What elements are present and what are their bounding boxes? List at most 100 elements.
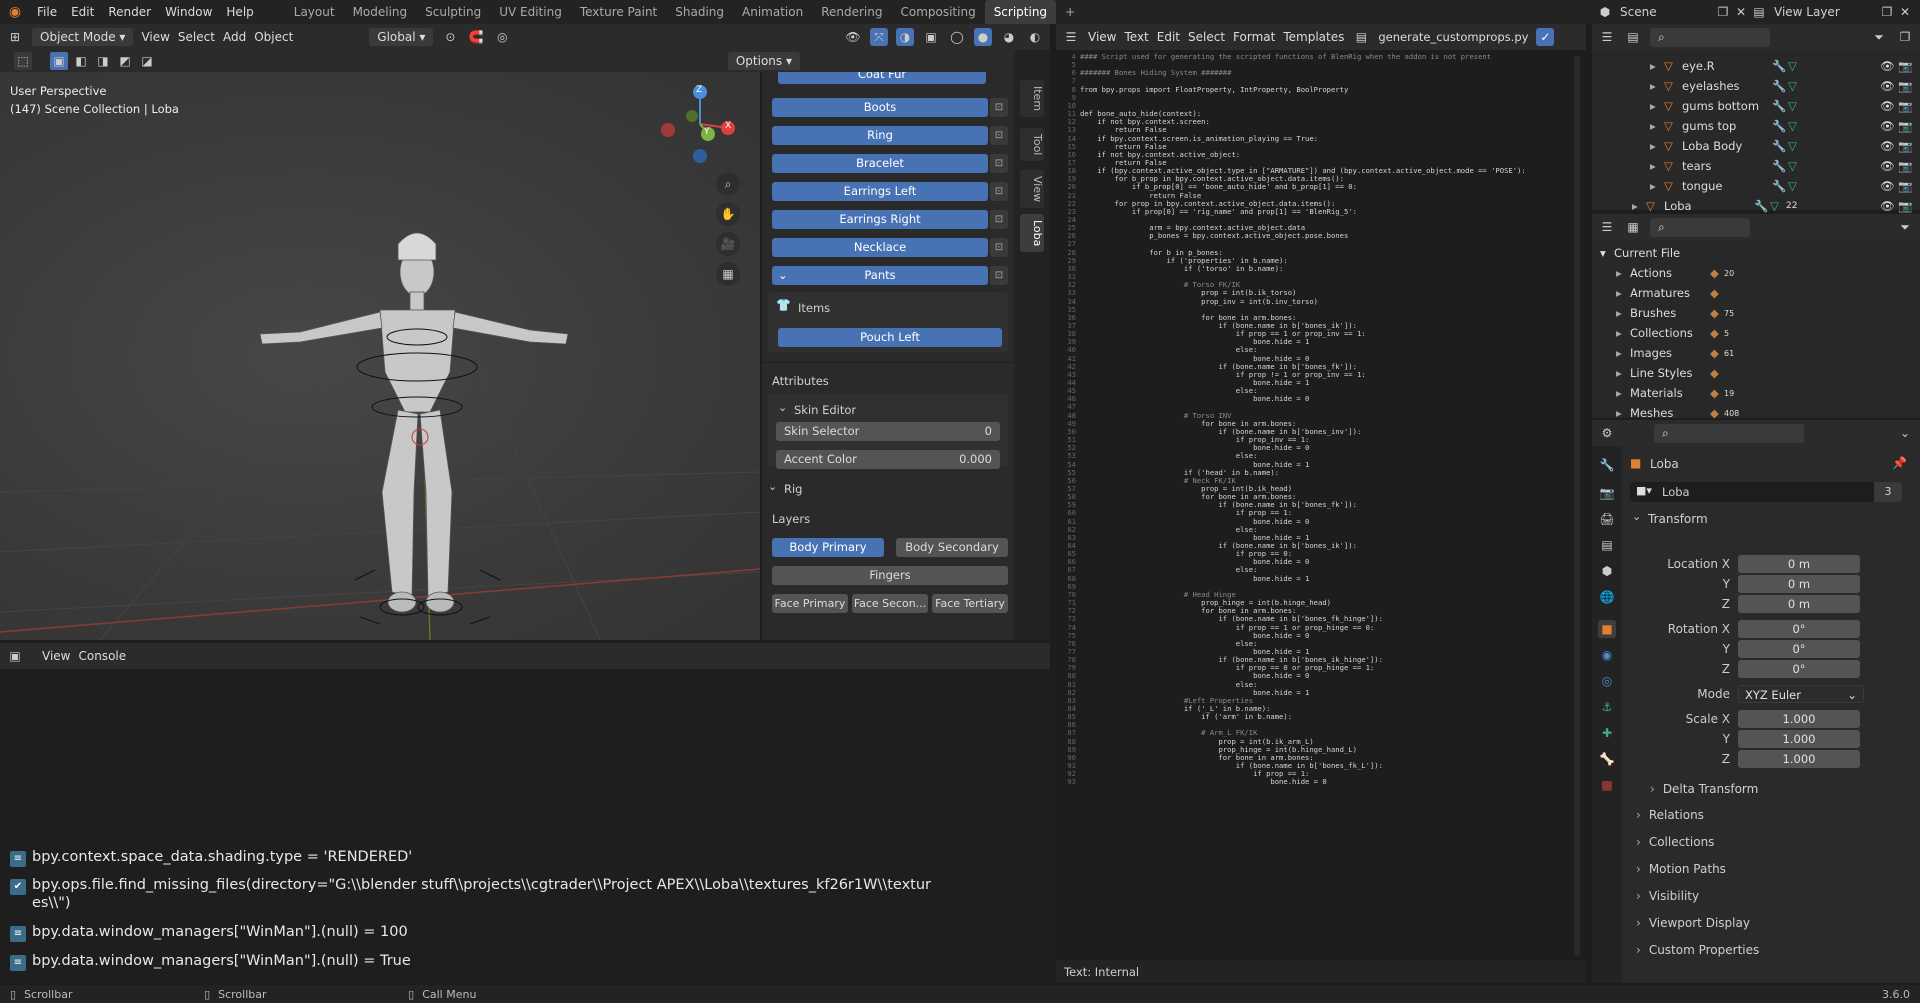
properties-type-icon[interactable]: ⚙ — [1598, 424, 1616, 442]
select-subtract-icon[interactable]: ◨ — [94, 52, 112, 70]
expand-arrow-icon[interactable]: ▸ — [1650, 139, 1664, 153]
select-tool-icon[interactable]: ⬚ — [14, 52, 32, 70]
scale-x-field[interactable]: 1.000 — [1738, 710, 1860, 728]
accent-color-field[interactable]: Accent Color 0.000 — [776, 450, 1000, 469]
blender-logo-icon[interactable]: ◉ — [0, 4, 30, 20]
tab-animation[interactable]: Animation — [733, 0, 812, 24]
pin-icon[interactable]: 📌 — [1892, 456, 1907, 470]
menu-file[interactable]: File — [30, 0, 64, 24]
outliner-row[interactable]: ▸ ▽ gums bottom 🔧 ▽ 👁 📷 — [1592, 96, 1920, 116]
expand-arrow-icon[interactable]: ▸ — [1616, 266, 1630, 280]
new-collection-icon[interactable]: ❐ — [1896, 28, 1914, 46]
tab-uv-editing[interactable]: UV Editing — [490, 0, 571, 24]
outliner-row[interactable]: ▸ ▽ tears 🔧 ▽ 👁 📷 — [1592, 156, 1920, 176]
te-menu-format[interactable]: Format — [1233, 30, 1275, 44]
outliner-display-mode-icon[interactable]: ▤ — [1624, 28, 1642, 46]
pants-button[interactable]: ⌄ Pants — [772, 266, 988, 285]
rotation-mode-dropdown[interactable]: XYZ Euler ⌄ — [1738, 685, 1864, 703]
blendfile-row[interactable]: ▸ Actions ◆ 20 — [1592, 263, 1920, 283]
eye-icon[interactable]: 👁 — [1880, 59, 1898, 73]
tab-loba[interactable]: Loba — [1020, 214, 1044, 253]
pants-lock-icon[interactable]: ⊡ — [990, 266, 1008, 285]
tab-sculpting[interactable]: Sculpting — [416, 0, 490, 24]
blendfile-filter-icon[interactable]: ⏷ — [1896, 218, 1914, 236]
camera-render-icon[interactable]: 📷 — [1898, 179, 1920, 193]
3d-viewport[interactable]: User Perspective (147) Scene Collection … — [0, 72, 760, 640]
expand-arrow-icon[interactable]: ▸ — [1650, 159, 1664, 173]
camera-render-icon[interactable]: 📷 — [1898, 159, 1920, 173]
select-invert-icon[interactable]: ◩ — [116, 52, 134, 70]
physics-props-icon[interactable]: ◎ — [1598, 672, 1616, 690]
object-mode-dropdown[interactable]: Object Mode ▾ — [32, 28, 134, 46]
console-editor-type-icon[interactable]: ▣ — [6, 647, 24, 665]
necklace-button[interactable]: Necklace — [772, 238, 988, 257]
earrings-right-lock-icon[interactable]: ⊡ — [990, 210, 1008, 229]
transform-label[interactable]: Transform — [1648, 512, 1708, 526]
wireframe-shading-icon[interactable]: ◯ — [948, 28, 966, 46]
snap-icon[interactable]: 🧲 — [467, 28, 485, 46]
rendered-shading-icon[interactable]: ◐ — [1026, 28, 1044, 46]
view-layer-props-icon[interactable]: ▤ — [1598, 536, 1616, 554]
delete-scene-icon[interactable]: ✕ — [1732, 3, 1750, 21]
current-file-row[interactable]: ▾ Current File — [1592, 243, 1920, 263]
view-layer-name[interactable]: View Layer — [1768, 5, 1878, 19]
body-secondary-button[interactable]: Body Secondary — [896, 538, 1008, 557]
filter-icon[interactable]: ⏷ — [1870, 28, 1888, 46]
eye-icon[interactable]: 👁 — [1880, 199, 1898, 213]
shield-icon[interactable]: ✓ — [1536, 28, 1555, 46]
object-datablock-field[interactable]: ■▾ Loba 3 — [1630, 482, 1902, 502]
expand-arrow-icon[interactable]: ▸ — [1616, 326, 1630, 340]
code-scrollbar[interactable] — [1574, 56, 1580, 956]
text-editor-type-icon[interactable]: ☰ — [1062, 28, 1080, 46]
select-new-icon[interactable]: ▣ — [50, 52, 68, 70]
tab-rendering[interactable]: Rendering — [812, 0, 891, 24]
rig-label[interactable]: Rig — [784, 482, 803, 496]
tab-view[interactable]: View — [1020, 170, 1044, 209]
scale-y-field[interactable]: 1.000 — [1738, 730, 1860, 748]
delete-view-layer-icon[interactable]: ✕ — [1896, 3, 1914, 21]
ring-lock-icon[interactable]: ⊡ — [990, 126, 1008, 145]
tab-scripting[interactable]: Scripting — [984, 0, 1057, 24]
world-props-icon[interactable]: 🌐 — [1598, 588, 1616, 606]
tab-layout[interactable]: Layout — [285, 0, 344, 24]
pan-hand-icon[interactable]: ✋ — [716, 202, 740, 226]
outliner-row[interactable]: ▸ ▽ eye.R 🔧 ▽ 👁 📷 — [1592, 56, 1920, 76]
property-section[interactable]: › Relations — [1636, 808, 1910, 822]
property-section[interactable]: › Visibility — [1636, 889, 1910, 903]
text-filename[interactable]: generate_customprops.py — [1378, 30, 1528, 44]
blendfile-row[interactable]: ▸ Collections ◆ 5 — [1592, 323, 1920, 343]
coat-fur-button[interactable]: Coat Fur — [778, 72, 986, 84]
ortho-grid-icon[interactable]: ▦ — [716, 262, 740, 286]
expand-arrow-icon[interactable]: ▸ — [1616, 366, 1630, 380]
camera-icon[interactable]: 🎥 — [716, 232, 740, 256]
expand-arrow-icon[interactable]: ▸ — [1632, 199, 1646, 213]
earrings-right-button[interactable]: Earrings Right — [772, 210, 988, 229]
eye-icon[interactable]: 👁 — [1880, 99, 1898, 113]
skin-editor-expand-icon[interactable]: ⌄ — [778, 401, 787, 414]
earrings-left-button[interactable]: Earrings Left — [772, 182, 988, 201]
code-area[interactable]: 4 #### Script used for generating the scr… — [1056, 52, 1576, 962]
editor-type-icon[interactable]: ⊞ — [6, 28, 24, 46]
menu-edit[interactable]: Edit — [64, 0, 101, 24]
location-z-field[interactable]: 0 m — [1738, 595, 1860, 613]
tab-tool[interactable]: Tool — [1020, 128, 1044, 162]
expand-arrow-icon[interactable]: ▸ — [1616, 286, 1630, 300]
data-props-icon[interactable]: ✚ — [1598, 724, 1616, 742]
outliner-row[interactable]: ▸ ▽ gums top 🔧 ▽ 👁 📷 — [1592, 116, 1920, 136]
menu-view[interactable]: View — [141, 30, 169, 44]
pivot-icon[interactable]: ⊙ — [441, 28, 459, 46]
navigation-gizmo[interactable]: Z X Y — [656, 84, 736, 164]
blendfile-row[interactable]: ▸ Materials ◆ 19 — [1592, 383, 1920, 403]
te-menu-edit[interactable]: Edit — [1157, 30, 1180, 44]
visibility-icon[interactable]: 👁 — [844, 28, 862, 46]
blendfile-row[interactable]: ▸ Images ◆ 61 — [1592, 343, 1920, 363]
rotation-y-field[interactable]: 0° — [1738, 640, 1860, 658]
expand-arrow-icon[interactable]: ▸ — [1650, 179, 1664, 193]
xray-icon[interactable]: ▣ — [922, 28, 940, 46]
tab-shading[interactable]: Shading — [666, 0, 733, 24]
view-layer-icon[interactable]: ▤ — [1750, 3, 1768, 21]
python-console[interactable]: ≡ bpy.context.space_data.shading.type = '… — [0, 669, 1050, 983]
menu-select[interactable]: Select — [178, 30, 215, 44]
face-primary-button[interactable]: Face Primary — [772, 594, 848, 613]
outliner-row[interactable]: ▸ ▽ tongue 🔧 ▽ 👁 📷 — [1592, 176, 1920, 196]
